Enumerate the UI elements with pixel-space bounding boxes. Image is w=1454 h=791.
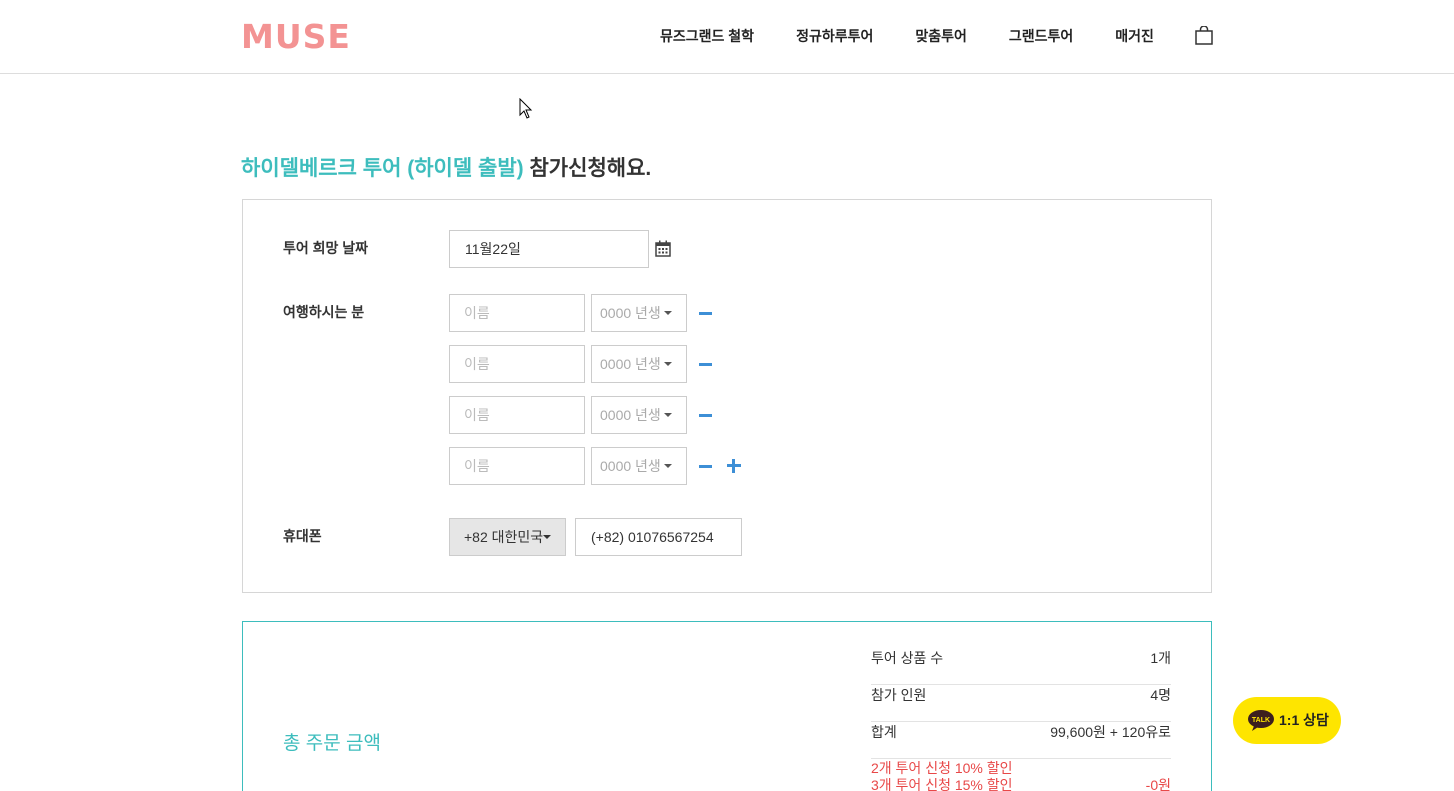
discount-value: -0원 — [1145, 777, 1171, 791]
discount-info: 2개 투어 신청 10% 할인 3개 투어 신청 15% 할인 -0원 — [871, 760, 1171, 791]
caret-down-icon — [543, 535, 551, 539]
caret-down-icon — [664, 362, 672, 366]
add-traveler-icon[interactable] — [727, 459, 741, 473]
country-code-value: +82 대한민국 — [464, 529, 544, 545]
talk-label: 1:1 상담 — [1279, 712, 1329, 728]
birth-year-value: 0000 년생 — [600, 356, 661, 372]
muse-logo[interactable]: MUSE — [241, 17, 351, 56]
summary-row: 합계 99,600원 + 120유로 — [871, 722, 1171, 759]
traveler-name-input[interactable]: 이름 — [449, 345, 585, 383]
summary-row-label: 합계 — [871, 724, 897, 740]
caret-down-icon — [664, 311, 672, 315]
birth-year-value: 0000 년생 — [600, 305, 661, 321]
nav-grand-tour[interactable]: 그랜드투어 — [1009, 26, 1073, 46]
birth-year-select[interactable]: 0000 년생 — [591, 294, 687, 332]
kakao-talk-button[interactable]: TALK 1:1 상담 — [1233, 697, 1341, 744]
nav-custom-tour[interactable]: 맞춤투어 — [915, 26, 967, 46]
date-input[interactable]: 11월22일 — [449, 230, 649, 268]
talk-bubble-text: TALK — [1252, 717, 1270, 724]
application-form: 투어 희망 날짜 11월22일 여행하시는 분 이름 0000 년생 이름 00… — [242, 199, 1212, 593]
birth-year-select[interactable]: 0000 년생 — [591, 345, 687, 383]
calendar-icon[interactable] — [655, 240, 671, 257]
caret-down-icon — [664, 464, 672, 468]
tour-name: 하이델베르크 투어 (하이델 출발) — [241, 157, 524, 180]
travelers-label: 여행하시는 분 — [283, 304, 365, 320]
summary-row-value: 99,600원 + 120유로 — [1050, 724, 1171, 740]
total-label: 총 주문 금액 — [283, 733, 381, 754]
remove-traveler-icon[interactable] — [699, 312, 712, 315]
nav-philosophy[interactable]: 뮤즈그랜드 철학 — [660, 26, 754, 46]
mouse-cursor-icon — [519, 98, 533, 119]
nav-daily-tour[interactable]: 정규하루투어 — [796, 26, 873, 46]
traveler-name-input[interactable]: 이름 — [449, 447, 585, 485]
main-nav: 뮤즈그랜드 철학 정규하루투어 맞춤투어 그랜드투어 매거진 — [660, 26, 1196, 46]
birth-year-select[interactable]: 0000 년생 — [591, 447, 687, 485]
phone-input[interactable]: (+82) 01076567254 — [575, 518, 742, 556]
summary-row-value: 4명 — [1150, 687, 1171, 703]
birth-year-value: 0000 년생 — [600, 407, 661, 423]
summary-row: 투어 상품 수 1개 — [871, 648, 1171, 685]
title-suffix: 참가신청해요. — [523, 157, 652, 180]
birth-year-select[interactable]: 0000 년생 — [591, 396, 687, 434]
country-code-select[interactable]: +82 대한민국 — [449, 518, 566, 556]
phone-label: 휴대폰 — [283, 528, 322, 544]
page-title: 하이델베르크 투어 (하이델 출발) 참가신청해요. — [241, 152, 651, 182]
order-summary: 총 주문 금액 투어 상품 수 1개 참가 인원 4명 합계 99,600원 +… — [242, 621, 1212, 791]
nav-magazine[interactable]: 매거진 — [1115, 26, 1154, 46]
remove-traveler-icon[interactable] — [699, 414, 712, 417]
summary-row-value: 1개 — [1150, 650, 1171, 666]
remove-traveler-icon[interactable] — [699, 465, 712, 468]
talk-bubble-icon: TALK — [1248, 710, 1274, 731]
summary-row: 참가 인원 4명 — [871, 685, 1171, 722]
traveler-name-input[interactable]: 이름 — [449, 294, 585, 332]
discount-line: 2개 투어 신청 10% 할인 — [871, 760, 1013, 776]
shopping-bag-icon[interactable] — [1195, 26, 1213, 45]
summary-row-label: 참가 인원 — [871, 687, 927, 703]
summary-row-label: 투어 상품 수 — [871, 650, 944, 666]
date-label: 투어 희망 날짜 — [283, 240, 369, 256]
caret-down-icon — [664, 413, 672, 417]
discount-line: 3개 투어 신청 15% 할인 — [871, 777, 1013, 791]
traveler-name-input[interactable]: 이름 — [449, 396, 585, 434]
birth-year-value: 0000 년생 — [600, 458, 661, 474]
remove-traveler-icon[interactable] — [699, 363, 712, 366]
site-header: MUSE 뮤즈그랜드 철학 정규하루투어 맞춤투어 그랜드투어 매거진 — [0, 0, 1454, 74]
